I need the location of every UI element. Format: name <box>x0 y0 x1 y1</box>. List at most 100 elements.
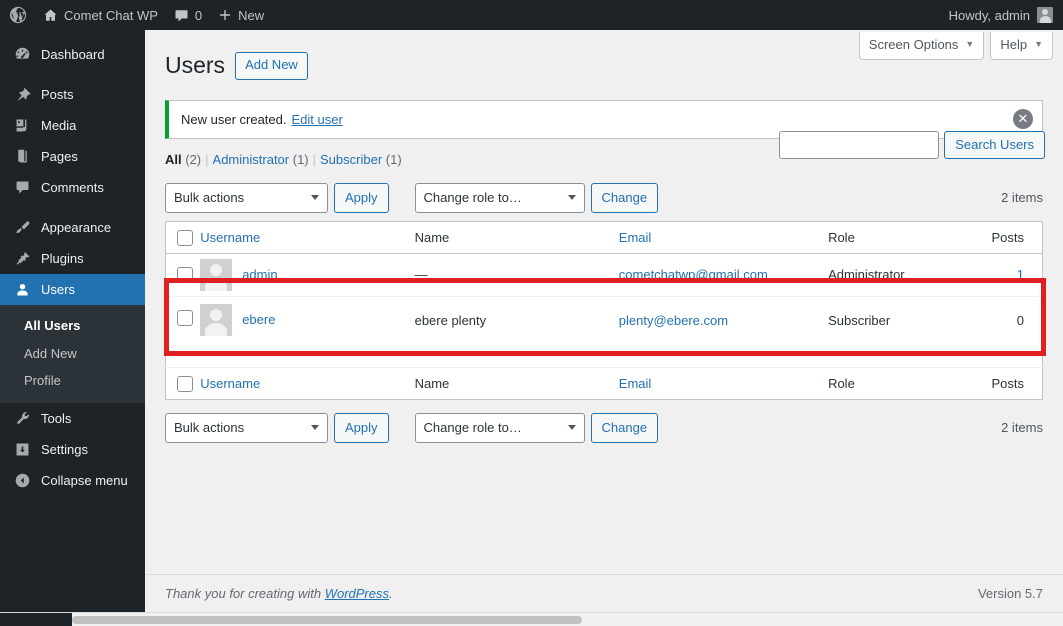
sidebar-item-posts[interactable]: Posts <box>0 79 145 110</box>
page-title: Users <box>165 52 226 78</box>
sidebar-item-settings[interactable]: Settings <box>0 434 145 465</box>
search-users-button[interactable]: Search Users <box>944 131 1045 159</box>
submenu-item-all-users[interactable]: All Users <box>0 312 145 340</box>
comments-menu[interactable]: 0 <box>166 0 210 30</box>
site-name-menu[interactable]: Comet Chat WP <box>35 0 166 30</box>
footer-period: . <box>389 586 393 601</box>
change-role-select-wrap-bottom: Change role to… <box>414 412 585 443</box>
scrollbar-thumb[interactable] <box>72 616 582 624</box>
scrollbar-left-gutter <box>0 613 72 626</box>
avatar <box>200 258 233 291</box>
wp-logo-menu[interactable] <box>0 0 35 30</box>
email-link[interactable]: cometchatwp@gmail.com <box>619 267 768 282</box>
column-header-posts: Posts <box>960 221 1043 254</box>
screen-options-label: Screen Options <box>868 37 959 52</box>
tablenav-top: Bulk actions Apply Change role to… Chang… <box>145 182 1063 213</box>
filter-separator: | <box>312 151 317 167</box>
tablenav-bottom: Bulk actions Apply Change role to… Chang… <box>145 412 1063 443</box>
edit-user-link[interactable]: Edit user <box>292 112 343 127</box>
new-content-menu[interactable]: New <box>210 0 272 30</box>
row-checkbox[interactable] <box>177 267 193 284</box>
filter-link-all[interactable]: All (2) <box>165 152 201 167</box>
wordpress-logo-icon <box>9 6 27 24</box>
select-all-footer <box>165 366 201 400</box>
sort-username-link[interactable]: Username <box>200 230 260 245</box>
account-menu[interactable]: Howdy, admin <box>949 7 1063 23</box>
apply-bulk-action-button[interactable]: Apply <box>334 182 389 213</box>
sidebar-item-media[interactable]: Media <box>0 110 145 141</box>
users-table-foot: Username Name Email Role Posts <box>165 366 1043 400</box>
search-input[interactable] <box>779 131 940 159</box>
sidebar-item-users[interactable]: Users <box>0 274 153 305</box>
column-footer-email: Email <box>618 366 829 400</box>
main-content: Screen Options ▼ Help ▼ Users Add New Ne… <box>145 30 1063 612</box>
sidebar-item-label: Settings <box>41 441 88 457</box>
sidebar-divider <box>0 70 145 79</box>
row-posts-cell: 1 <box>960 253 1043 297</box>
bulk-actions-select[interactable]: Bulk actions <box>165 182 328 213</box>
paintbrush-icon <box>12 218 32 238</box>
change-role-select-wrap: Change role to… <box>414 182 585 213</box>
change-role-button-bottom[interactable]: Change <box>590 412 659 443</box>
username-link[interactable]: admin <box>242 267 277 282</box>
sidebar-item-label: Comments <box>41 180 104 195</box>
admin-bar: Comet Chat WP 0 New Howdy, admin <box>0 0 1063 30</box>
wrench-icon <box>12 408 32 428</box>
filter-link-subscriber[interactable]: Subscriber (1) <box>320 152 402 167</box>
home-icon <box>43 8 58 23</box>
apply-bulk-action-button-bottom[interactable]: Apply <box>334 412 389 443</box>
pages-icon <box>12 147 32 167</box>
plug-icon <box>12 249 32 269</box>
posts-count-link[interactable]: 1 <box>1017 267 1024 282</box>
sidebar-item-label: Media <box>41 118 77 133</box>
pin-icon <box>12 85 32 105</box>
sidebar-item-dashboard[interactable]: Dashboard <box>0 39 145 70</box>
bulk-actions-select-wrap-bottom: Bulk actions <box>165 412 328 443</box>
items-count-bottom: 2 items <box>1001 419 1043 435</box>
row-email-cell: plenty@ebere.com <box>618 296 829 368</box>
bulk-actions-select-wrap: Bulk actions <box>165 182 328 213</box>
wordpress-link[interactable]: WordPress <box>325 586 389 601</box>
items-count-top: 2 items <box>1001 189 1043 205</box>
row-checkbox[interactable] <box>177 310 193 327</box>
submenu-item-profile[interactable]: Profile <box>0 367 145 395</box>
close-icon[interactable]: ✕ <box>1013 109 1033 130</box>
sort-username-link-footer[interactable]: Username <box>200 376 260 391</box>
sidebar-item-collapse-menu[interactable]: Collapse menu <box>0 465 145 496</box>
screen-options-button[interactable]: Screen Options ▼ <box>858 32 985 60</box>
change-role-select-bottom[interactable]: Change role to… <box>414 412 585 443</box>
sidebar-item-plugins[interactable]: Plugins <box>0 243 145 274</box>
wordpress-admin-screen: Comet Chat WP 0 New Howdy, admin Dashboa… <box>0 0 1063 626</box>
bulk-actions-select-bottom[interactable]: Bulk actions <box>165 412 328 443</box>
table-row[interactable]: ebere ebere plenty plenty@ebere.com Subs… <box>165 296 1043 368</box>
select-all-checkbox-footer[interactable] <box>177 375 193 392</box>
users-submenu: All Users Add New Profile <box>0 305 145 403</box>
column-header-role: Role <box>828 221 961 254</box>
dashboard-icon <box>12 45 32 65</box>
sidebar-item-comments[interactable]: Comments <box>0 172 145 203</box>
username-link[interactable]: ebere <box>242 312 275 327</box>
filter-link-administrator[interactable]: Administrator (1) <box>213 152 309 167</box>
change-role-button[interactable]: Change <box>590 182 659 213</box>
horizontal-scrollbar[interactable] <box>0 612 1063 626</box>
sidebar-item-pages[interactable]: Pages <box>0 141 145 172</box>
submenu-item-add-new[interactable]: Add New <box>0 340 145 368</box>
table-row[interactable]: admin — cometchatwp@gmail.com Administra… <box>165 253 1043 297</box>
column-footer-username: Username <box>200 366 415 400</box>
sidebar-item-tools[interactable]: Tools <box>0 403 145 434</box>
site-name-label: Comet Chat WP <box>64 7 158 23</box>
column-header-name: Name <box>414 221 619 254</box>
email-link[interactable]: plenty@ebere.com <box>619 313 728 328</box>
sidebar-divider <box>0 203 145 212</box>
sort-email-link[interactable]: Email <box>619 230 652 245</box>
change-role-select[interactable]: Change role to… <box>414 182 585 213</box>
select-all-checkbox[interactable] <box>177 229 193 246</box>
sort-email-link-footer[interactable]: Email <box>619 376 652 391</box>
collapse-arrow-icon <box>12 470 32 490</box>
add-new-user-button[interactable]: Add New <box>235 52 308 80</box>
settings-icon <box>12 439 32 459</box>
avatar <box>200 303 233 336</box>
sidebar-item-appearance[interactable]: Appearance <box>0 212 145 243</box>
sidebar-item-label: Appearance <box>41 220 112 235</box>
help-button[interactable]: Help ▼ <box>990 32 1053 60</box>
